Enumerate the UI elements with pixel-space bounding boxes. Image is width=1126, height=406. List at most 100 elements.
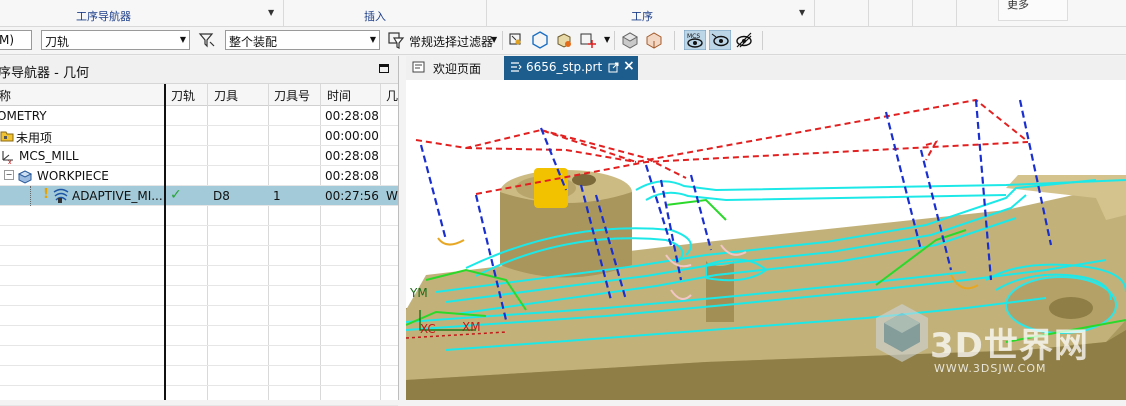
operation-navigator-panel: 序导航器 - 几何 称 刀轨 刀具 刀具号 时间 几 OMETRY 00:28:…	[0, 56, 399, 406]
row-time: 00:28:08	[325, 149, 379, 163]
filter-type-combo[interactable]: 刀轨 ▼	[41, 30, 190, 50]
axis-label-xm: XM	[462, 320, 481, 334]
empty-row	[0, 306, 398, 326]
ribbon-group-insert[interactable]: 插入	[284, 0, 486, 26]
path-status-check-icon: ✓	[170, 187, 182, 203]
assembly-scope-value: 整个装配	[229, 35, 278, 49]
ribbon-group-label: 工序导航器	[76, 10, 131, 23]
filter-type-value: 刀轨	[45, 35, 70, 49]
column-header-name[interactable]: 称	[0, 87, 11, 104]
maximize-icon[interactable]	[379, 64, 389, 73]
empty-row	[0, 366, 398, 386]
hexagon-select-icon[interactable]	[530, 30, 550, 50]
selection-filter-icon[interactable]	[386, 30, 406, 50]
table-row[interactable]: − WORKPIECE 00:28:08	[0, 166, 398, 186]
divider	[502, 31, 503, 50]
tab-label: 欢迎页面	[433, 62, 482, 76]
workpiece-icon	[17, 170, 33, 184]
navigator-title-bar: 序导航器 - 几何	[0, 56, 398, 84]
empty-row	[0, 266, 398, 286]
svg-text:x: x	[8, 159, 12, 164]
chevron-down-icon: ▼	[179, 35, 186, 44]
divider	[912, 0, 913, 26]
column-header-path[interactable]: 刀轨	[171, 87, 195, 104]
row-name: ADAPTIVE_MI...	[72, 189, 162, 203]
hide-eye-icon[interactable]	[734, 30, 754, 50]
assembly-scope-combo[interactable]: 整个装配 ▼	[225, 30, 380, 50]
mcs-icon: x	[2, 151, 13, 164]
ribbon-group-navigator[interactable]: 工序导航器 ▼	[0, 0, 282, 26]
empty-row	[0, 386, 398, 406]
divider	[614, 31, 615, 50]
axis-label-xc: XC	[420, 322, 436, 336]
chevron-down-icon: ▼	[369, 35, 376, 44]
tab-part-file[interactable]: 6656_stp.prt ×	[504, 56, 638, 80]
row-name: WORKPIECE	[37, 169, 109, 183]
divider	[674, 31, 675, 50]
table-row[interactable]: 未用项 00:00:00	[0, 126, 398, 146]
row-name: 未用项	[16, 131, 53, 145]
show-mcs-icon[interactable]: MCS	[684, 30, 706, 50]
collapse-toggle-icon[interactable]: −	[4, 170, 14, 180]
row-geometry: W	[386, 189, 398, 203]
selection-filter-label[interactable]: 常规选择过滤器	[409, 33, 493, 50]
table-row-selected[interactable]: ! ADAPTIVE_MI... ✓ D8 1 00:27:56 W	[0, 186, 398, 206]
empty-row	[0, 346, 398, 366]
graphics-viewport[interactable]: YM XC XM 3D世界网 WWW.3DSJW.COM	[406, 80, 1126, 400]
close-icon[interactable]: ×	[623, 58, 635, 74]
ribbon-group-operation[interactable]: 工序 ▼	[487, 0, 813, 26]
funnel-filter-icon[interactable]	[197, 30, 217, 50]
part-file-icon	[511, 62, 522, 72]
empty-row	[0, 206, 398, 226]
ribbon-group-label: 插入	[364, 10, 386, 23]
popout-icon[interactable]	[608, 62, 619, 73]
row-tool-number: 1	[273, 189, 281, 203]
column-splitter[interactable]	[164, 84, 166, 400]
unit-combo-value: M)	[0, 33, 15, 47]
axis-label-ym: YM	[410, 286, 428, 300]
toolbar: M) 刀轨 ▼ 整个装配 ▼ 常规选择过滤器 ▼ ▼ MCS	[0, 27, 1126, 55]
small-post	[706, 260, 734, 322]
column-header-tool-number[interactable]: 刀具号	[274, 87, 310, 104]
show-path-icon[interactable]	[709, 30, 731, 50]
navigator-header: 称 刀轨 刀具 刀具号 时间 几	[0, 84, 398, 106]
adaptive-milling-icon	[53, 188, 69, 203]
tool-holder	[534, 168, 568, 208]
home-page-icon	[412, 61, 425, 73]
chevron-down-icon[interactable]: ▼	[799, 8, 805, 17]
table-row[interactable]: x MCS_MILL 00:28:08	[0, 146, 398, 166]
column-header-geometry[interactable]: 几	[386, 87, 398, 104]
document-tabs: 欢迎页面 6656_stp.prt ×	[406, 56, 1126, 81]
tab-welcome[interactable]: 欢迎页面	[406, 56, 502, 80]
ribbon-bar: 工序导航器 ▼ 插入 工序 ▼ 更多	[0, 0, 1126, 27]
divider	[762, 31, 763, 50]
rapid-toolpath	[415, 98, 1029, 195]
point-on-face-icon[interactable]	[578, 30, 598, 50]
chevron-down-icon[interactable]: ▼	[491, 35, 497, 44]
empty-row	[0, 326, 398, 346]
chevron-down-icon[interactable]: ▼	[268, 8, 274, 17]
column-header-time[interactable]: 时间	[327, 87, 351, 104]
row-time: 00:28:08	[325, 109, 379, 123]
cube-snap-icon[interactable]	[554, 30, 574, 50]
warning-icon: !	[43, 187, 49, 202]
snap-point-icon[interactable]	[506, 30, 526, 50]
navigator-title: 序导航器 - 几何	[0, 66, 89, 81]
shaded-body-icon[interactable]	[620, 30, 640, 50]
empty-row	[0, 286, 398, 306]
divider	[814, 0, 815, 26]
table-row[interactable]: OMETRY 00:28:08	[0, 106, 398, 126]
row-name: MCS_MILL	[19, 149, 79, 163]
ribbon-more-label: 更多	[1007, 0, 1029, 11]
row-time: 00:28:08	[325, 169, 379, 183]
tab-label: 6656_stp.prt	[526, 60, 603, 74]
ribbon-more-button[interactable]: 更多	[998, 0, 1068, 21]
wire-body-icon[interactable]	[644, 30, 664, 50]
column-header-tool[interactable]: 刀具	[214, 87, 238, 104]
chevron-down-icon[interactable]: ▼	[604, 35, 610, 44]
divider	[956, 0, 957, 26]
row-time: 00:00:00	[325, 129, 379, 143]
empty-row	[0, 226, 398, 246]
unit-combo[interactable]: M)	[0, 30, 32, 50]
row-name: OMETRY	[0, 109, 47, 123]
